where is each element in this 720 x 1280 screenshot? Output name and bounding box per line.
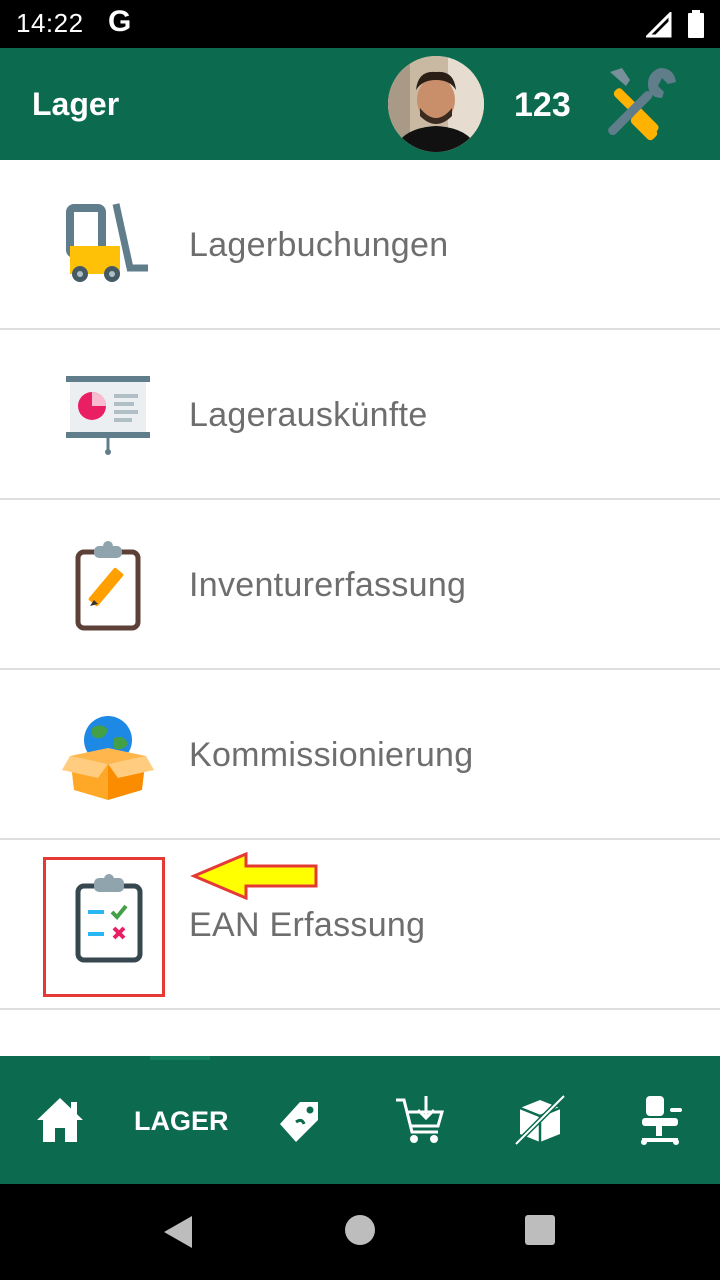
signal-icon — [646, 12, 672, 38]
menu-item-label: Lagerbuchungen — [189, 226, 449, 264]
menu-item-kommissionierung[interactable]: Kommissionierung — [0, 670, 720, 840]
avatar-photo-icon — [388, 56, 484, 152]
tools-icon[interactable] — [598, 64, 680, 144]
home-icon — [37, 1098, 83, 1142]
status-bar: 14:22 G — [0, 0, 720, 48]
nav-lager[interactable]: LAGER — [134, 1106, 229, 1137]
forklift-icon — [66, 203, 148, 282]
bottom-nav: LAGER — [0, 1056, 720, 1184]
clipboard-pencil-icon — [75, 541, 141, 631]
user-number: 123 — [514, 86, 571, 124]
pointer-arrow-icon — [190, 851, 318, 900]
back-icon[interactable] — [162, 1214, 194, 1250]
menu-item-inventurerfassung[interactable]: Inventurerfassung — [0, 500, 720, 670]
highlight-box — [43, 857, 165, 997]
home-circle-icon[interactable] — [344, 1214, 376, 1246]
nav-home[interactable] — [32, 1092, 88, 1148]
google-icon: G — [108, 5, 132, 38]
menu-item-lagerauskuenfte[interactable]: Lagerauskünfte — [0, 330, 720, 500]
status-time: 14:22 — [16, 8, 84, 38]
menu-item-label: Kommissionierung — [189, 736, 474, 774]
menu-item-label: Inventurerfassung — [189, 566, 467, 604]
nav-box[interactable] — [512, 1092, 568, 1148]
menu-item-lagerbuchungen[interactable]: Lagerbuchungen — [0, 160, 720, 330]
cart-icon — [396, 1096, 444, 1143]
chair-icon — [641, 1096, 682, 1145]
app-bar: Lager 123 — [0, 48, 720, 160]
box-icon — [514, 1094, 566, 1146]
avatar[interactable] — [388, 56, 484, 152]
system-nav-bar — [0, 1184, 720, 1280]
presentation-icon — [66, 376, 150, 455]
page-title: Lager — [32, 86, 120, 122]
recents-icon[interactable] — [524, 1214, 556, 1246]
active-indicator — [150, 1056, 210, 1060]
nav-cart[interactable] — [392, 1092, 448, 1148]
nav-chair[interactable] — [632, 1092, 688, 1148]
menu-item-label: Lagerauskünfte — [189, 396, 428, 434]
battery-icon — [688, 10, 704, 38]
nav-tag[interactable] — [272, 1092, 328, 1148]
tag-icon — [280, 1102, 318, 1142]
menu-list: Lagerbuchungen Lagerauskünfte Inventurer… — [0, 160, 720, 1056]
globe-box-icon — [62, 716, 154, 800]
menu-item-label: EAN Erfassung — [189, 906, 426, 944]
